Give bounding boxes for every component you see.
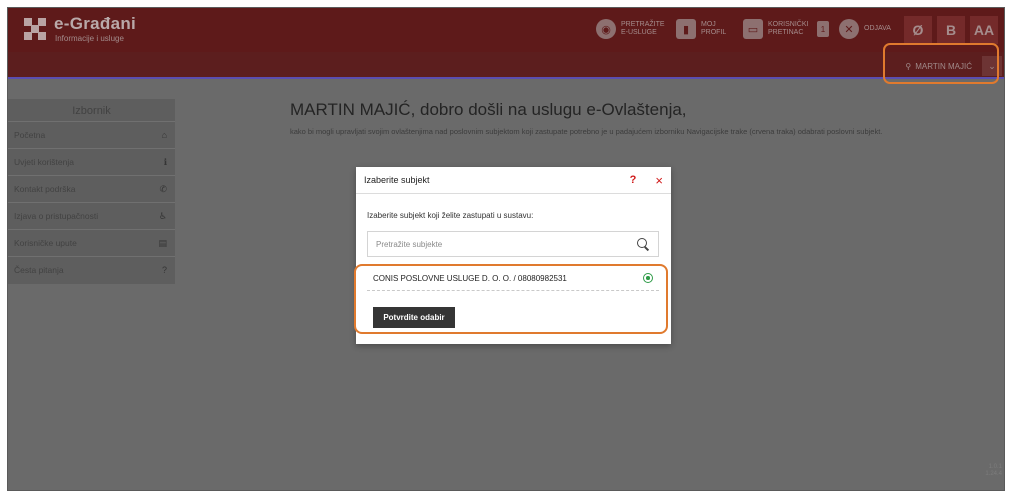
question-icon: ? — [161, 265, 167, 275]
sidebar-title: Izbornik — [72, 105, 111, 117]
info-icon: ℹ — [163, 156, 167, 167]
profile-icon: ▮ — [676, 19, 696, 39]
inbox-button[interactable]: ▭ Korisnički pretinac 1 — [743, 16, 829, 42]
sidebar-item-label: Izjava o pristupačnosti — [14, 211, 99, 221]
page-description: kako bi mogli upravljati svojim ovlašten… — [290, 127, 883, 136]
sidebar-item-label: Početna — [14, 130, 46, 140]
sidebar-item-kontakt[interactable]: Kontakt podrška ✆ — [8, 175, 175, 202]
sidebar-item-label: Kontakt podrška — [14, 184, 76, 194]
accessibility-icon: ♿ — [158, 210, 167, 221]
modal-title: Izaberite subjekt — [364, 175, 430, 185]
modal-instruction: Izaberite subjekt koji želite zastupati … — [367, 211, 534, 220]
search-services-button[interactable]: ◉ Pretražite e-usluge — [596, 16, 665, 42]
home-icon: ⌂ — [161, 130, 167, 140]
my-profile-button[interactable]: ▮ Moj profil — [676, 16, 735, 42]
inbox-count-badge: 1 — [817, 21, 829, 37]
sidebar-item-uvjeti[interactable]: Uvjeti korištenja ℹ — [8, 148, 175, 175]
sidebar-item-label: Uvjeti korištenja — [14, 157, 74, 167]
visibility-icon[interactable]: Ø — [904, 16, 932, 44]
e-gradani-logo-icon[interactable] — [24, 18, 46, 40]
my-profile-label: Moj profil — [701, 21, 727, 36]
globe-icon: ◉ — [596, 19, 616, 39]
page-title: MARTIN MAJIĆ, dobro došli na uslugu e-Ov… — [290, 100, 687, 119]
close-icon[interactable]: × — [645, 173, 663, 188]
phone-icon: ✆ — [159, 183, 167, 194]
close-icon: ✕ — [839, 19, 859, 39]
sidebar-item-pristupacnost[interactable]: Izjava o pristupačnosti ♿ — [8, 202, 175, 229]
search-services-label: Pretražite e-usluge — [621, 21, 665, 36]
inbox-label: Korisnički pretinac — [768, 21, 809, 36]
sidebar-item-pocetna[interactable]: Početna ⌂ — [8, 121, 175, 148]
modal-header: Izaberite subjekt ? × — [356, 167, 671, 194]
search-icon[interactable] — [637, 237, 650, 251]
subject-search-box[interactable] — [367, 231, 659, 257]
navigation-subbar: ⚲ MARTIN MAJIĆ ⌄ — [8, 52, 1004, 79]
user-menu-highlight — [883, 43, 999, 84]
help-icon[interactable]: ? — [621, 174, 645, 186]
top-navbar: e-Građani Informacije i usluge ◉ Pretraž… — [8, 8, 1004, 52]
bold-icon[interactable]: B — [937, 16, 965, 44]
sidebar-item-pitanja[interactable]: Česta pitanja ? — [8, 256, 175, 283]
sidebar-item-label: Korisničke upute — [14, 238, 77, 248]
brand-title[interactable]: e-Građani — [54, 14, 136, 34]
logout-button[interactable]: ✕ Odjava — [839, 16, 894, 42]
logout-label: Odjava — [864, 25, 891, 32]
book-icon: ▤ — [158, 237, 167, 248]
subject-search-input[interactable] — [376, 239, 637, 249]
version-line-2: 1.24.4 — [985, 471, 1002, 477]
browser-frame: e-Građani Informacije i usluge ◉ Pretraž… — [7, 7, 1005, 491]
inbox-icon: ▭ — [743, 19, 763, 39]
sidebar: Izbornik Početna ⌂ Uvjeti korištenja ℹ K… — [8, 99, 175, 284]
version-line-1: 1.0.1 — [988, 464, 1002, 470]
sidebar-item-label: Česta pitanja — [14, 265, 64, 275]
sidebar-item-upute[interactable]: Korisničke upute ▤ — [8, 229, 175, 256]
subject-selection-highlight — [354, 264, 668, 334]
font-size-icon[interactable]: AA — [970, 16, 998, 44]
version-info: 1.0.1 1.24.4 — [985, 464, 1002, 478]
brand-subtitle: Informacije i usluge — [55, 34, 124, 43]
